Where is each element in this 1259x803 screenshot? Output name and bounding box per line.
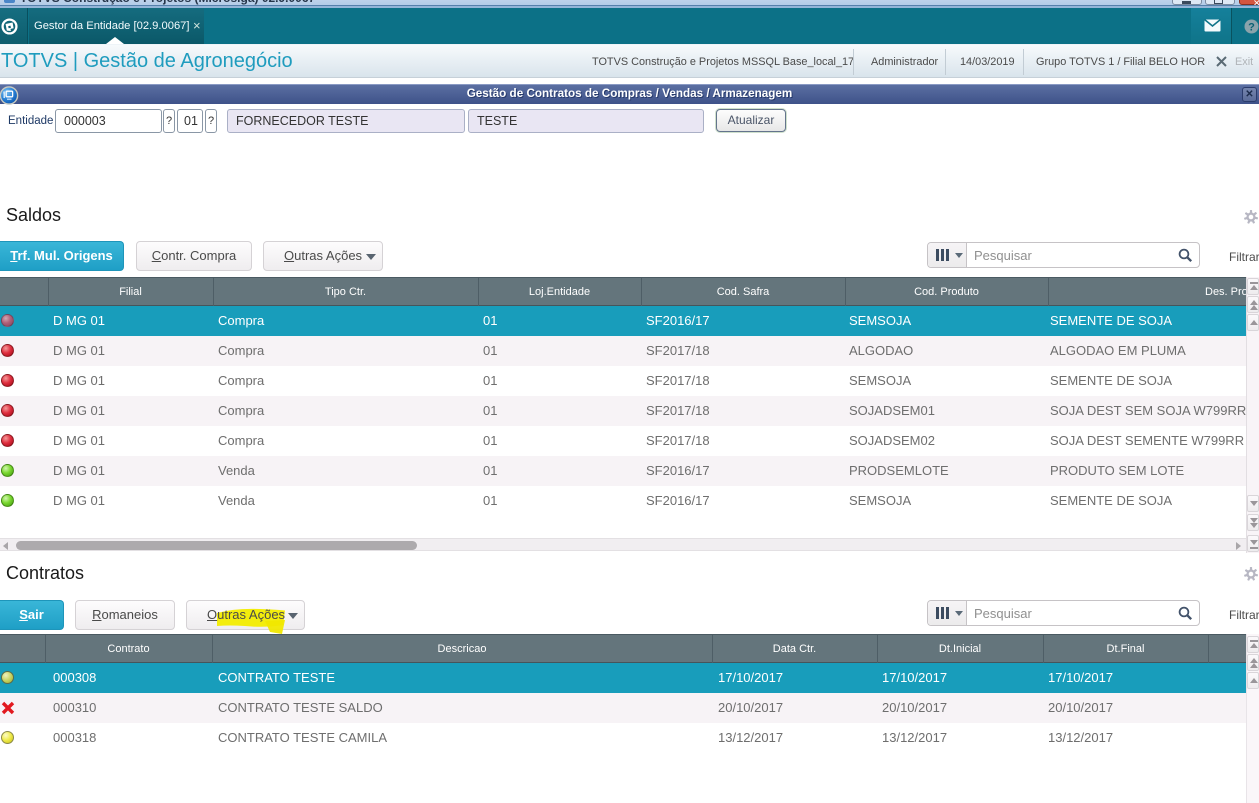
- svg-text:?: ?: [1248, 21, 1255, 33]
